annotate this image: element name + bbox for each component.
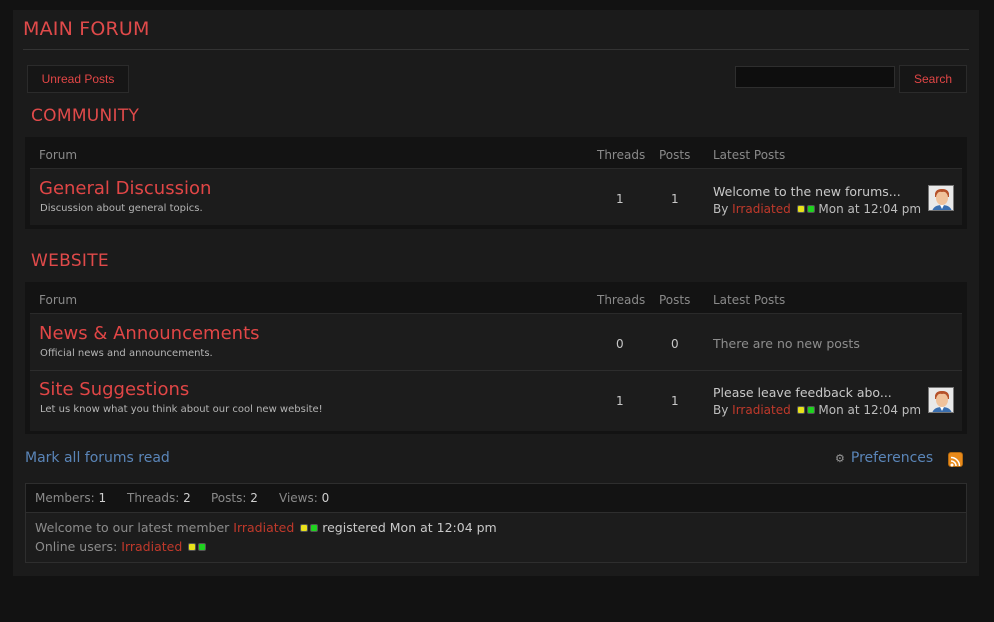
header-threads: Threads (597, 293, 646, 307)
rss-icon[interactable] (948, 452, 963, 467)
gear-icon: ⚙ (835, 451, 845, 465)
forum-description: Let us know what you think about our coo… (40, 404, 323, 415)
thread-count: 0 (616, 337, 624, 351)
views-stat: Views: 0 (279, 491, 330, 505)
unread-posts-button[interactable]: Unread Posts (27, 65, 129, 93)
forum-link-site-suggestions[interactable]: Site Suggestions (39, 379, 189, 400)
category-website: Forum Threads Posts Latest Posts News & … (25, 282, 967, 434)
table-header: Forum Threads Posts Latest Posts (30, 287, 962, 314)
header-posts: Posts (659, 293, 691, 307)
threads-stat: Threads: 2 (127, 491, 191, 505)
thread-count: 1 (616, 192, 624, 206)
latest-member-line: Welcome to our latest member Irradiated … (35, 520, 497, 535)
stats-details: Welcome to our latest member Irradiated … (26, 513, 966, 562)
forum-description: Official news and announcements. (40, 348, 213, 359)
header-threads: Threads (597, 148, 646, 162)
posts-stat: Posts: 2 (211, 491, 258, 505)
post-count: 1 (671, 394, 679, 408)
header-forum: Forum (39, 293, 78, 307)
latest-member-link[interactable]: Irradiated (233, 520, 294, 535)
green-badge-icon (806, 405, 815, 414)
online-user-link[interactable]: Irradiated (121, 539, 182, 554)
header-latest: Latest Posts (713, 293, 786, 307)
preferences-link[interactable]: ⚙ Preferences (835, 450, 933, 466)
preferences-label: Preferences (850, 450, 934, 466)
username-link[interactable]: Irradiated (732, 403, 791, 417)
category-community: Forum Threads Posts Latest Posts General… (25, 137, 967, 229)
header-forum: Forum (39, 148, 78, 162)
yellow-badge-icon (188, 542, 197, 551)
post-count: 1 (671, 192, 679, 206)
yellow-badge-icon (796, 204, 805, 213)
by-label: By (713, 202, 729, 216)
main-forum-panel: MAIN FORUM Unread Posts Search COMMUNITY… (13, 10, 979, 576)
forum-link-general-discussion[interactable]: General Discussion (39, 178, 211, 199)
green-badge-icon (310, 523, 319, 532)
username-link[interactable]: Irradiated (732, 202, 791, 216)
table-header: Forum Threads Posts Latest Posts (30, 142, 962, 169)
forum-stats: Members: 1 Threads: 2 Posts: 2 Views: 0 … (25, 483, 967, 563)
avatar[interactable] (928, 387, 954, 413)
stats-counts: Members: 1 Threads: 2 Posts: 2 Views: 0 (26, 484, 966, 513)
post-time: Mon at 12:04 pm (818, 202, 922, 216)
post-time: Mon at 12:04 pm (818, 403, 922, 417)
avatar[interactable] (928, 185, 954, 211)
thread-count: 1 (616, 394, 624, 408)
forum-row: Site Suggestions Let us know what you th… (30, 370, 962, 431)
registered-text: registered Mon at 12:04 pm (322, 520, 497, 535)
green-badge-icon (198, 542, 207, 551)
yellow-badge-icon (300, 523, 309, 532)
latest-post-meta: By Irradiated Mon at 12:04 pm (713, 403, 921, 417)
forum-row: General Discussion Discussion about gene… (30, 169, 962, 225)
latest-post-meta: By Irradiated Mon at 12:04 pm (713, 202, 921, 216)
post-count: 0 (671, 337, 679, 351)
mark-all-read-link[interactable]: Mark all forums read (25, 450, 170, 466)
yellow-badge-icon (796, 405, 805, 414)
members-stat: Members: 1 (35, 491, 107, 505)
by-label: By (713, 403, 729, 417)
search-input[interactable] (735, 66, 895, 88)
header-posts: Posts (659, 148, 691, 162)
forum-row: News & Announcements Official news and a… (30, 314, 962, 370)
latest-post-link[interactable]: Please leave feedback abo... (713, 385, 892, 400)
title-divider (23, 49, 969, 50)
header-latest: Latest Posts (713, 148, 786, 162)
green-badge-icon (806, 204, 815, 213)
category-title-community: COMMUNITY (31, 106, 140, 126)
forum-link-news-announcements[interactable]: News & Announcements (39, 323, 260, 344)
page-title: MAIN FORUM (23, 18, 150, 40)
no-new-posts-text: There are no new posts (713, 336, 860, 351)
latest-post-link[interactable]: Welcome to the new forums... (713, 184, 901, 199)
category-title-website: WEBSITE (31, 251, 109, 271)
forum-description: Discussion about general topics. (40, 203, 203, 214)
online-users-line: Online users: Irradiated (35, 539, 207, 554)
search-button[interactable]: Search (899, 65, 967, 93)
